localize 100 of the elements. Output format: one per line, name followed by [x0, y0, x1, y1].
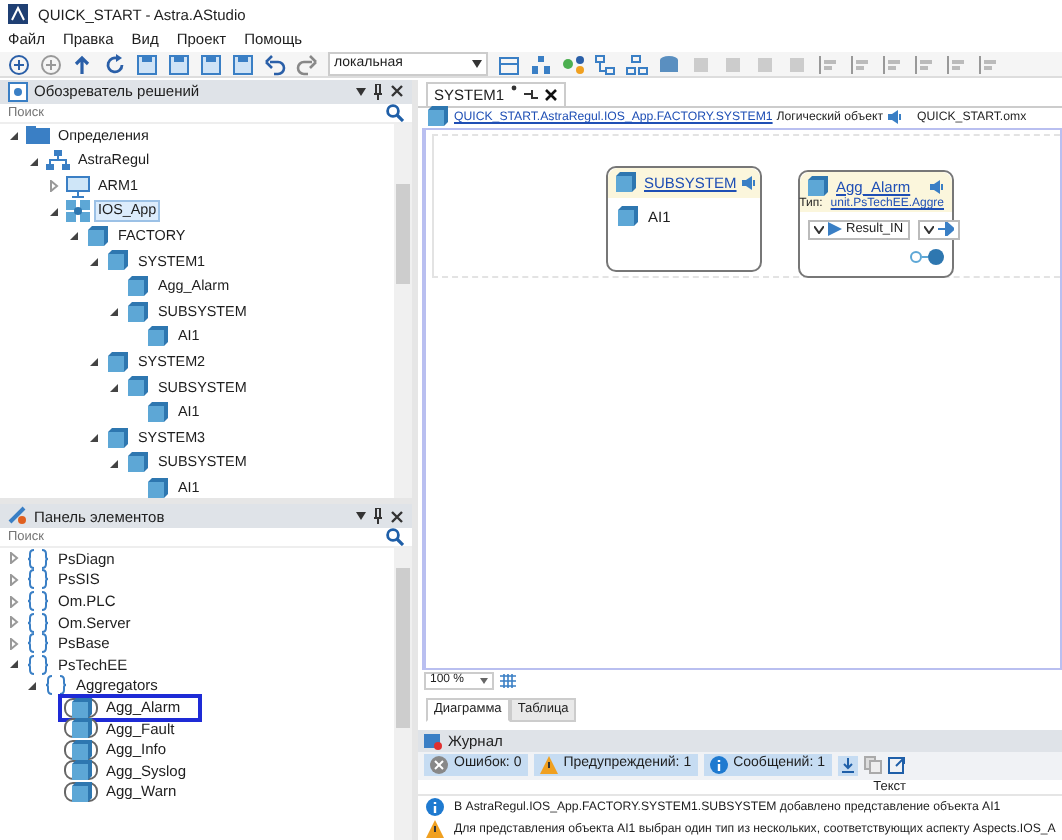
cube-icon [106, 351, 130, 374]
tree-icon[interactable] [530, 53, 552, 75]
warning-icon [426, 820, 444, 839]
monitor-icon [66, 175, 90, 198]
export-icon[interactable] [887, 756, 905, 775]
cube-icon [126, 452, 150, 475]
scrollbar[interactable] [394, 548, 412, 840]
cube-icon [146, 402, 170, 424]
error-icon [430, 756, 448, 775]
cube-icon [86, 225, 110, 248]
collapsed-arrow-icon[interactable] [8, 573, 20, 586]
align-icon[interactable] [850, 53, 872, 75]
info-icon [426, 798, 444, 817]
scrollbar[interactable] [394, 123, 412, 499]
download-icon[interactable] [837, 755, 857, 776]
hierarchy-icon[interactable] [626, 53, 648, 75]
cube-icon [806, 175, 830, 198]
undo-icon[interactable] [264, 53, 286, 75]
pin-icon[interactable] [372, 508, 384, 525]
expanded-arrow-icon[interactable] [88, 356, 100, 369]
search-icon[interactable] [386, 528, 404, 547]
expanded-arrow-icon[interactable] [8, 129, 20, 142]
caret-icon [923, 225, 934, 234]
expanded-arrow-icon[interactable] [68, 230, 80, 243]
align-icon[interactable] [914, 53, 936, 75]
refresh-icon[interactable] [104, 53, 126, 75]
collapsed-arrow-icon[interactable] [8, 552, 20, 565]
cube-icon [614, 171, 638, 194]
close-icon[interactable] [390, 84, 404, 99]
close-icon[interactable] [544, 87, 559, 102]
add-circle-icon[interactable] [40, 53, 62, 75]
collapsed-arrow-icon[interactable] [8, 595, 20, 608]
caret-icon [480, 677, 489, 684]
layout-icon[interactable] [498, 53, 520, 75]
expanded-arrow-icon[interactable] [48, 205, 60, 218]
expanded-arrow-icon[interactable] [108, 306, 120, 319]
warning-icon [539, 756, 558, 775]
connector-icon [908, 247, 944, 266]
hierarchy-icon[interactable] [594, 53, 616, 75]
pin-icon[interactable] [372, 83, 384, 100]
speaker-icon [887, 110, 903, 125]
cube-icon [616, 205, 640, 228]
cube-icon [126, 376, 150, 399]
database-icon[interactable] [658, 53, 680, 75]
expanded-arrow-icon[interactable] [108, 457, 120, 470]
port-selector[interactable] [917, 219, 960, 240]
save-icon[interactable] [168, 53, 190, 75]
folder-icon [26, 124, 50, 147]
dropdown-icon[interactable] [356, 87, 366, 96]
modified-mark-icon [510, 84, 519, 92]
grid-icon[interactable] [500, 673, 517, 688]
cube-icon [106, 427, 130, 450]
cube-type-icon [64, 760, 98, 781]
braces-icon [26, 568, 50, 591]
grid-icon [66, 200, 90, 223]
add-circle-icon[interactable] [8, 53, 30, 75]
expanded-arrow-icon[interactable] [8, 658, 20, 671]
redo-icon[interactable] [296, 53, 318, 75]
caret-icon [472, 60, 482, 68]
info-icon [709, 756, 728, 775]
cube-icon [426, 106, 450, 129]
cube-icon [126, 276, 150, 299]
collapsed-arrow-icon[interactable] [8, 637, 20, 650]
save-icon[interactable] [136, 53, 158, 75]
explorer-icon [8, 81, 28, 102]
nodes-icon[interactable] [562, 53, 584, 75]
expanded-arrow-icon[interactable] [88, 255, 100, 268]
braces-icon [26, 590, 50, 613]
cube-icon [106, 250, 130, 273]
speaker-icon [742, 175, 759, 190]
dropdown-icon[interactable] [356, 512, 366, 521]
expanded-arrow-icon[interactable] [88, 432, 100, 445]
align-icon[interactable] [818, 53, 840, 75]
close-icon[interactable] [390, 509, 404, 524]
cube-icon [146, 326, 170, 349]
braces-icon [26, 632, 50, 655]
expanded-arrow-icon[interactable] [28, 155, 40, 168]
save-icon[interactable] [232, 53, 254, 75]
cube-type-icon [64, 781, 98, 802]
pin-icon[interactable] [524, 88, 539, 101]
toolbox-icon [8, 506, 28, 527]
align-icon[interactable] [946, 53, 968, 75]
cube-icon [146, 477, 170, 499]
align-icon[interactable] [978, 53, 1000, 75]
search-icon[interactable] [386, 103, 404, 122]
journal-icon [424, 731, 442, 750]
input-port-icon [828, 222, 842, 237]
collapsed-arrow-icon[interactable] [48, 180, 60, 193]
cube-type-icon [64, 739, 98, 760]
expanded-arrow-icon[interactable] [108, 381, 120, 394]
braces-icon [26, 653, 50, 676]
align-icon[interactable] [882, 53, 904, 75]
collapsed-arrow-icon[interactable] [8, 616, 20, 629]
cube-type-icon [64, 718, 98, 739]
expanded-arrow-icon[interactable] [26, 679, 38, 692]
app-logo-icon [8, 4, 28, 24]
braces-icon [26, 548, 50, 570]
caret-icon [814, 225, 824, 234]
save-icon[interactable] [200, 53, 222, 75]
up-arrow-icon[interactable] [72, 53, 94, 75]
